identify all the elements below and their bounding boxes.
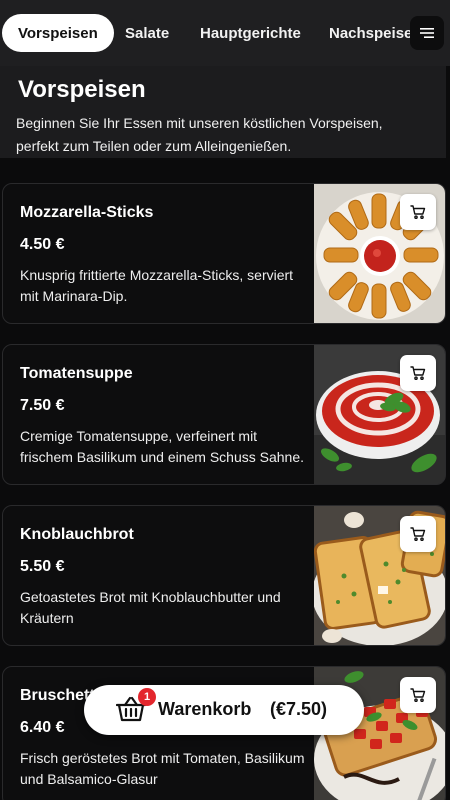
item-name: Tomatensuppe xyxy=(20,365,133,382)
menu-item-card[interactable]: Mozzarella-Sticks 4.50 € Knusprig fritti… xyxy=(2,183,446,324)
section-title: Vorspeisen xyxy=(18,76,146,103)
add-to-cart-button[interactable] xyxy=(400,516,436,552)
section-description: Beginnen Sie Ihr Essen mit unseren köstl… xyxy=(16,115,383,154)
add-to-cart-button[interactable] xyxy=(400,355,436,391)
cart-total: (€7.50) xyxy=(270,699,328,719)
tab-nachspeise[interactable]: Nachspeise xyxy=(329,14,412,52)
add-to-cart-button[interactable] xyxy=(400,194,436,230)
tab-hauptgerichte[interactable]: Hauptgerichte xyxy=(200,14,301,52)
hamburger-menu-icon xyxy=(420,28,434,38)
tab-salate[interactable]: Salate xyxy=(125,14,169,52)
item-price: 5.50 € xyxy=(20,558,65,575)
item-price: 6.40 € xyxy=(20,719,65,736)
item-price: 7.50 € xyxy=(20,397,65,414)
item-name: Knoblauchbrot xyxy=(20,526,134,543)
cart-count-badge: 1 xyxy=(138,688,156,706)
cart-icon xyxy=(410,688,426,702)
add-to-cart-button[interactable] xyxy=(400,677,436,713)
floating-cart-button[interactable]: 1 Warenkorb (€7.50) xyxy=(84,685,364,735)
menu-item-card[interactable]: Tomatensuppe 7.50 € Cremige Tomatensuppe… xyxy=(2,344,446,485)
item-description: Knusprig frittierte Mozzarella-Sticks, s… xyxy=(20,267,294,304)
cart-icon xyxy=(410,527,426,541)
category-tabs: Vorspeisen Salate Hauptgerichte Nachspei… xyxy=(0,0,450,66)
item-description: Frisch geröstetes Brot mit Tomaten, Basi… xyxy=(20,750,305,787)
menu-item-card[interactable]: Knoblauchbrot 5.50 € Getoastetes Brot mi… xyxy=(2,505,446,646)
item-name: Mozzarella-Sticks xyxy=(20,204,154,221)
tab-vorspeisen[interactable]: Vorspeisen xyxy=(2,14,114,52)
cart-icon xyxy=(410,366,426,380)
cart-label: Warenkorb xyxy=(158,699,252,719)
item-description: Getoastetes Brot mit Knoblauchbutter und… xyxy=(20,589,281,626)
item-description: Cremige Tomatensuppe, verfeinert mit fri… xyxy=(20,428,305,465)
item-price: 4.50 € xyxy=(20,236,65,253)
section-header: Vorspeisen Beginnen Sie Ihr Essen mit un… xyxy=(0,66,446,158)
menu-button[interactable] xyxy=(410,16,444,50)
cart-icon xyxy=(410,205,426,219)
